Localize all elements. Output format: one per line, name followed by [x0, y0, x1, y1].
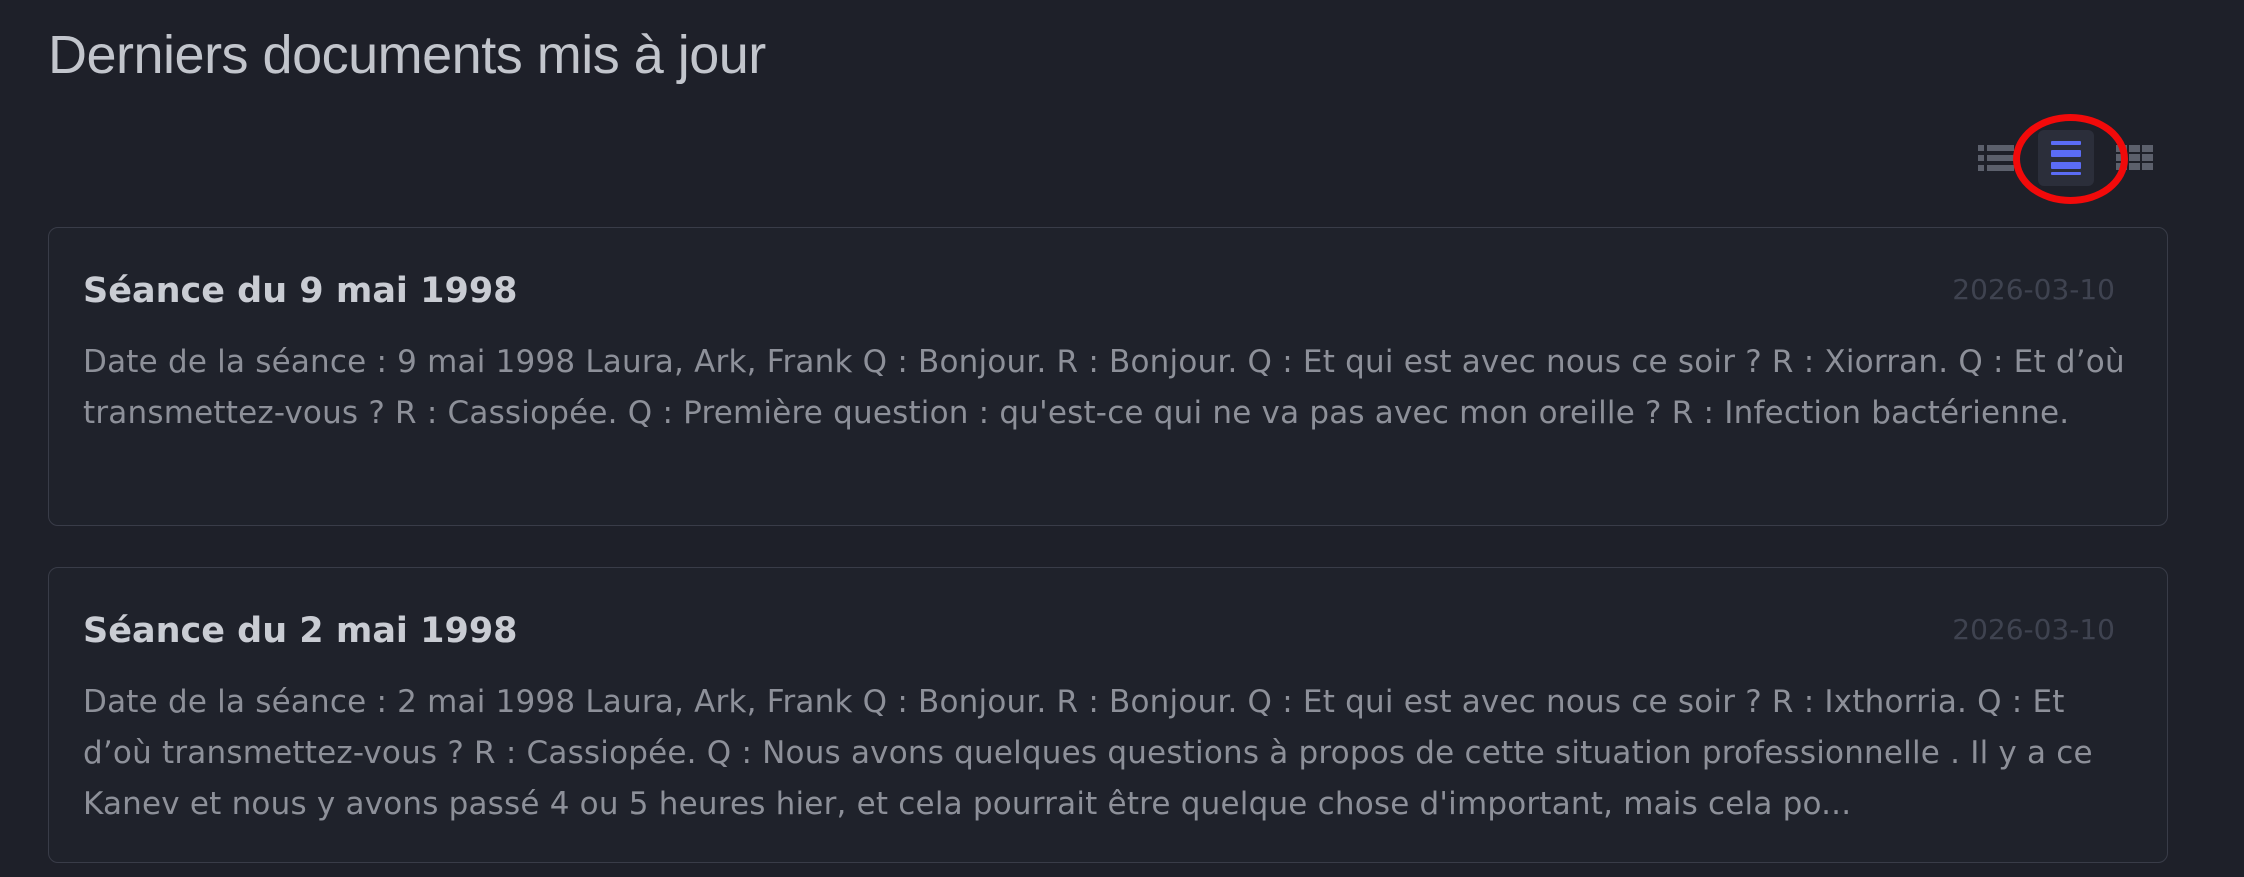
document-card[interactable]: Séance du 9 mai 1998 2026-03-10 Date de … — [48, 227, 2168, 526]
document-date: 2026-03-10 — [1952, 613, 2115, 646]
document-excerpt: Date de la séance : 2 mai 1998 Laura, Ar… — [83, 684, 2093, 822]
document-excerpt: Date de la séance : 9 mai 1998 Laura, Ar… — [83, 344, 2125, 431]
page-title: Derniers documents mis à jour — [48, 25, 766, 85]
list-view-button[interactable] — [1972, 130, 2022, 186]
document-title[interactable]: Séance du 2 mai 1998 — [83, 606, 518, 656]
grid-view-button[interactable] — [2112, 130, 2162, 186]
document-date: 2026-03-10 — [1952, 273, 2115, 306]
list-view-icon — [1978, 145, 2014, 171]
card-view-icon — [2051, 141, 2081, 175]
document-title[interactable]: Séance du 9 mai 1998 — [83, 266, 518, 316]
grid-view-icon — [2116, 145, 2153, 170]
card-view-button[interactable] — [2038, 130, 2094, 186]
document-card[interactable]: Séance du 2 mai 1998 2026-03-10 Date de … — [48, 567, 2168, 863]
view-switcher — [1972, 130, 2162, 186]
